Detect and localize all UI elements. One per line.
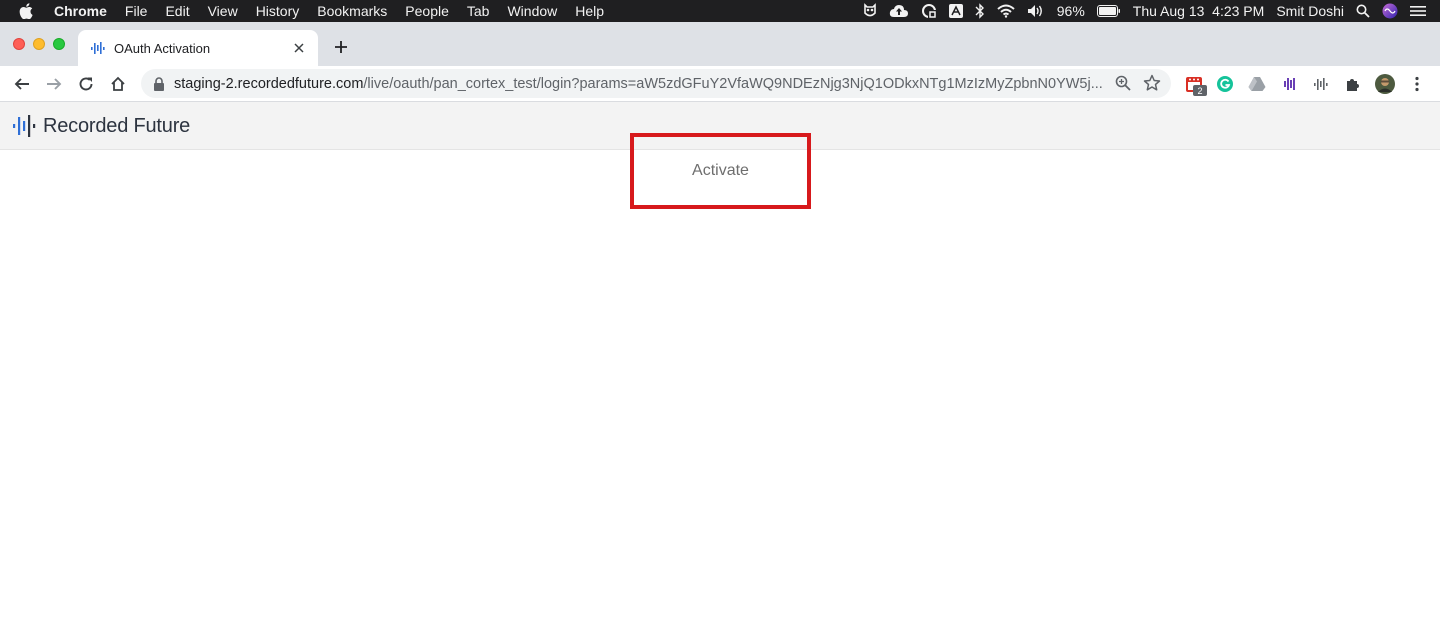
window-minimize-button[interactable] xyxy=(33,38,45,50)
window-zoom-button[interactable] xyxy=(53,38,65,50)
browser-tab-active[interactable]: OAuth Activation xyxy=(78,30,318,66)
page-content: Recorded Future Activate xyxy=(0,102,1440,633)
zoom-icon[interactable] xyxy=(1115,75,1131,91)
menu-people[interactable]: People xyxy=(396,0,458,22)
back-arrow-icon[interactable] xyxy=(10,72,34,96)
menu-edit[interactable]: Edit xyxy=(156,0,198,22)
grammarly-extension-icon[interactable] xyxy=(1215,74,1235,94)
url-path: /live/oauth/pan_cortex_test/login?params… xyxy=(363,75,1103,92)
menu-app-name[interactable]: Chrome xyxy=(52,0,116,22)
logo-text: Recorded Future xyxy=(43,114,191,137)
battery-icon[interactable] xyxy=(1096,0,1121,22)
owl-status-icon[interactable] xyxy=(863,0,877,22)
new-tab-button[interactable] xyxy=(330,36,352,58)
window-close-button[interactable] xyxy=(13,38,25,50)
highlight-box: Activate xyxy=(630,133,811,209)
menu-window[interactable]: Window xyxy=(498,0,566,22)
menu-tab[interactable]: Tab xyxy=(458,0,499,22)
control-center-icon[interactable] xyxy=(1410,0,1426,22)
url-host: staging-2.recordedfuture.com xyxy=(174,75,364,92)
spotlight-search-icon[interactable] xyxy=(1356,0,1370,22)
lock-icon[interactable] xyxy=(153,76,167,91)
forward-arrow-icon[interactable] xyxy=(42,72,66,96)
url-text[interactable]: staging-2.recordedfuture.com/live/oauth/… xyxy=(174,76,1104,92)
macos-menu-bar: Chrome File Edit View History Bookmarks … xyxy=(0,0,1440,22)
cloud-upload-icon[interactable] xyxy=(889,0,909,22)
siri-icon[interactable] xyxy=(1382,0,1398,22)
recorded-future-favicon-icon xyxy=(90,40,106,56)
home-icon[interactable] xyxy=(106,72,130,96)
chrome-menu-icon[interactable] xyxy=(1407,74,1427,94)
tab-close-icon[interactable] xyxy=(290,39,308,57)
recorded-future-extension-icon[interactable] xyxy=(1280,74,1300,94)
recorded-future-logo[interactable]: Recorded Future xyxy=(13,114,190,138)
menu-bookmarks[interactable]: Bookmarks xyxy=(308,0,396,22)
menubar-clock[interactable]: Thu Aug 13 4:23 PM xyxy=(1133,3,1265,19)
bluetooth-icon[interactable] xyxy=(975,0,985,22)
google-drive-extension-icon[interactable] xyxy=(1247,74,1267,94)
battery-percent: 96% xyxy=(1056,3,1085,19)
profile-avatar[interactable] xyxy=(1375,74,1395,94)
browser-tab-strip: OAuth Activation xyxy=(0,22,1440,66)
extensions-puzzle-icon[interactable] xyxy=(1343,74,1363,94)
menu-history[interactable]: History xyxy=(247,0,309,22)
menu-file[interactable]: File xyxy=(116,0,157,22)
menu-view[interactable]: View xyxy=(199,0,247,22)
extension-badge-count: 2 xyxy=(1193,85,1207,96)
bookmark-star-icon[interactable] xyxy=(1143,74,1161,92)
menu-help[interactable]: Help xyxy=(566,0,613,22)
address-bar[interactable]: staging-2.recordedfuture.com/live/oauth/… xyxy=(141,69,1171,98)
apple-menu-icon[interactable] xyxy=(0,3,52,19)
activate-button[interactable]: Activate xyxy=(692,162,749,180)
menubar-user[interactable]: Smit Doshi xyxy=(1276,3,1344,19)
recorded-future-logo-icon xyxy=(13,115,36,137)
volume-icon[interactable] xyxy=(1027,0,1045,22)
wifi-icon[interactable] xyxy=(997,0,1015,22)
tab-title: OAuth Activation xyxy=(114,40,211,56)
google-drive-sync-icon[interactable] xyxy=(921,0,937,22)
reload-icon[interactable] xyxy=(74,72,98,96)
acrobat-icon[interactable] xyxy=(948,0,963,22)
signal-extension-icon[interactable] xyxy=(1311,74,1331,94)
browser-toolbar: staging-2.recordedfuture.com/live/oauth/… xyxy=(0,66,1440,102)
